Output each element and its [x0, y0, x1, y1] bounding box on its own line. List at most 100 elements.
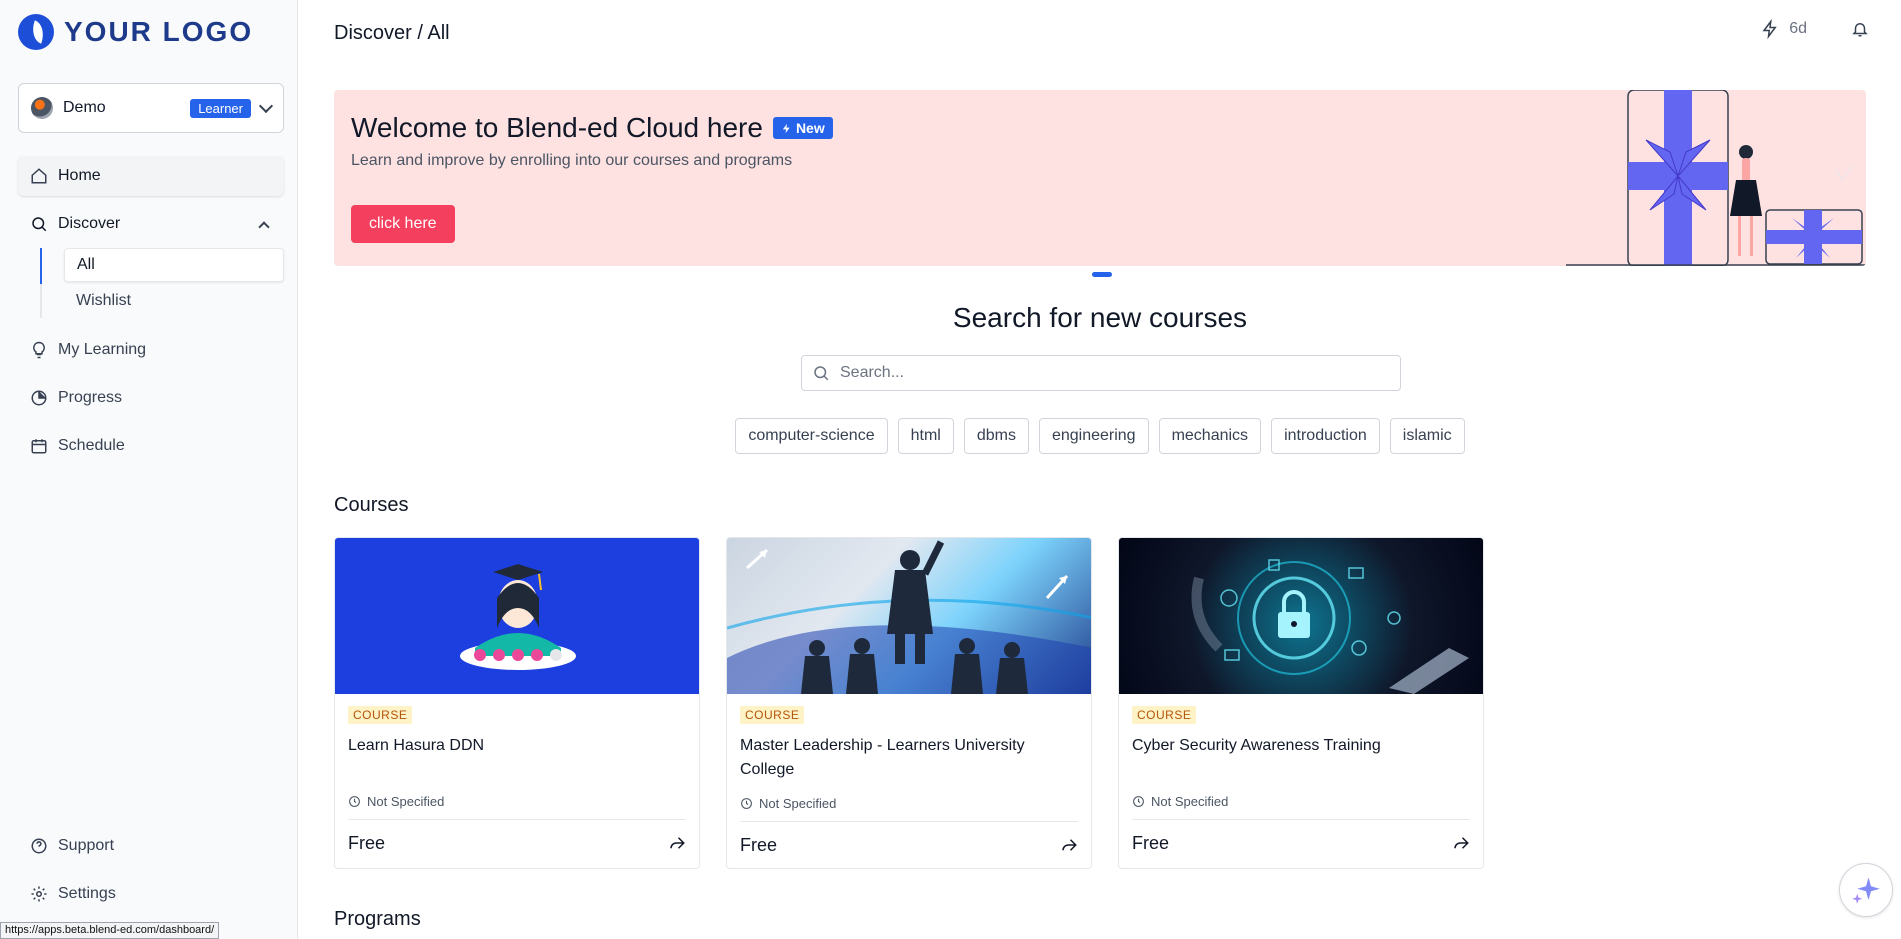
student-rating-illustration [460, 564, 576, 670]
course-duration-text: Not Specified [367, 794, 445, 809]
tag-chip[interactable]: introduction [1271, 418, 1380, 454]
sidebar-item-support[interactable]: Support [18, 826, 284, 866]
active-indicator [40, 248, 42, 284]
main-content: Discover / All 6d Welcome to Blend-ed Cl… [299, 0, 1901, 939]
bell-icon[interactable] [1851, 20, 1869, 38]
sidebar-subitem-wishlist[interactable]: Wishlist [64, 284, 284, 318]
sidebar-item-label: Schedule [58, 437, 125, 454]
course-duration: Not Specified [1132, 794, 1470, 820]
sidebar: YOUR LOGO Demo Learner Home Discover All… [0, 0, 298, 939]
logo-icon [18, 14, 54, 50]
sidebar-item-schedule[interactable]: Schedule [18, 426, 284, 466]
search-icon [30, 215, 48, 233]
share-icon[interactable] [1452, 834, 1470, 852]
breadcrumb: Discover / All [334, 22, 450, 44]
tag-chip[interactable]: computer-science [735, 418, 888, 454]
course-list: COURSE Learn Hasura DDN Not Specified Fr… [334, 537, 1484, 869]
calendar-icon [30, 437, 48, 455]
course-duration-text: Not Specified [1151, 794, 1229, 809]
course-duration: Not Specified [348, 794, 686, 820]
lightning-icon [1761, 19, 1779, 39]
sidebar-item-label: Discover [58, 215, 121, 232]
course-title[interactable]: Cyber Security Awareness Training [1132, 734, 1470, 784]
clock-icon [349, 796, 360, 807]
banner-cta-button[interactable]: click here [351, 205, 455, 243]
sidebar-item-label: Home [58, 167, 101, 184]
sidebar-item-label: Progress [58, 389, 123, 406]
course-price: Free [348, 832, 386, 853]
tag-chip[interactable]: dbms [963, 418, 1029, 454]
tag-chip[interactable]: engineering [1038, 418, 1149, 454]
streak-count: 6d [1789, 20, 1807, 37]
new-badge: New [772, 117, 833, 139]
status-bar-url: https://apps.beta.blend-ed.com/dashboard… [0, 922, 220, 939]
course-type-badge: COURSE [740, 706, 805, 724]
user-name: Demo [63, 99, 106, 116]
logo[interactable]: YOUR LOGO [18, 14, 253, 50]
course-card-body: COURSE Learn Hasura DDN Not Specified Fr… [335, 694, 699, 866]
gear-icon [30, 885, 48, 903]
role-badge: Learner [190, 98, 251, 118]
discover-submenu: All Wishlist [40, 248, 284, 318]
help-circle-icon [30, 837, 48, 855]
course-title[interactable]: Master Leadership - Learners University … [740, 734, 1078, 786]
search-bar[interactable] [801, 355, 1401, 391]
tag-chip[interactable]: mechanics [1158, 418, 1262, 454]
sidebar-item-label: My Learning [58, 341, 147, 358]
share-icon[interactable] [668, 834, 686, 852]
course-title[interactable]: Learn Hasura DDN [348, 734, 686, 784]
course-thumbnail [335, 538, 699, 694]
course-price: Free [740, 834, 778, 855]
sidebar-subitem-all[interactable]: All [64, 248, 284, 282]
tag-chip[interactable]: islamic [1389, 418, 1465, 454]
avatar [31, 97, 53, 119]
sparkle-icon [1852, 877, 1880, 904]
search-icon [812, 364, 830, 382]
courses-heading: Courses [334, 494, 409, 516]
topbar-actions: 6d [1761, 19, 1869, 39]
gift-illustration [1566, 90, 1866, 266]
sidebar-item-home[interactable]: Home [18, 156, 284, 196]
lightning-icon [782, 123, 790, 133]
course-duration-text: Not Specified [759, 796, 837, 811]
leadership-illustration [727, 540, 1091, 694]
course-duration: Not Specified [740, 796, 1078, 822]
clock-icon [741, 798, 752, 809]
course-card[interactable]: COURSE Cyber Security Awareness Training… [1118, 537, 1484, 869]
course-card-footer: Free [1132, 820, 1470, 866]
new-badge-label: New [795, 120, 825, 136]
course-type-badge: COURSE [348, 706, 413, 724]
chevron-up-icon[interactable] [258, 220, 270, 233]
sidebar-bottom: Support Settings [18, 826, 284, 922]
course-card-body: COURSE Cyber Security Awareness Training… [1119, 694, 1483, 866]
tag-list: computer-science html dbms engineering m… [299, 418, 1901, 454]
clock-icon [1133, 796, 1144, 807]
search-heading: Search for new courses [952, 302, 1248, 333]
ai-assistant-button[interactable] [1839, 863, 1893, 917]
sidebar-item-label: Settings [58, 885, 116, 902]
sidebar-item-progress[interactable]: Progress [18, 378, 284, 418]
sidebar-item-discover[interactable]: Discover [18, 204, 284, 244]
streak-indicator[interactable]: 6d [1761, 19, 1807, 39]
welcome-banner: Welcome to Blend-ed Cloud here New Learn… [334, 90, 1866, 266]
chevron-down-icon [258, 98, 274, 113]
course-thumbnail [727, 538, 1091, 694]
share-icon[interactable] [1060, 836, 1078, 854]
sidebar-nav: Home Discover All Wishlist My Learning P… [18, 156, 284, 474]
course-card-footer: Free [348, 820, 686, 866]
sidebar-item-settings[interactable]: Settings [18, 874, 284, 914]
course-thumbnail [1119, 538, 1483, 694]
banner-title-text: Welcome to Blend-ed Cloud here [351, 112, 763, 143]
carousel-indicator[interactable] [1092, 272, 1112, 277]
tag-chip[interactable]: html [897, 418, 954, 454]
pie-chart-icon [30, 389, 48, 407]
sidebar-item-my-learning[interactable]: My Learning [18, 330, 284, 370]
cyber-lock-illustration [1191, 559, 1469, 694]
programs-heading: Programs [334, 908, 421, 930]
course-card[interactable]: COURSE Master Leadership - Learners Univ… [726, 537, 1092, 869]
logo-text: YOUR LOGO [64, 16, 254, 47]
search-input[interactable] [840, 364, 1390, 382]
course-card-footer: Free [740, 822, 1078, 868]
user-switcher[interactable]: Demo Learner [18, 83, 284, 133]
course-card[interactable]: COURSE Learn Hasura DDN Not Specified Fr… [334, 537, 700, 869]
